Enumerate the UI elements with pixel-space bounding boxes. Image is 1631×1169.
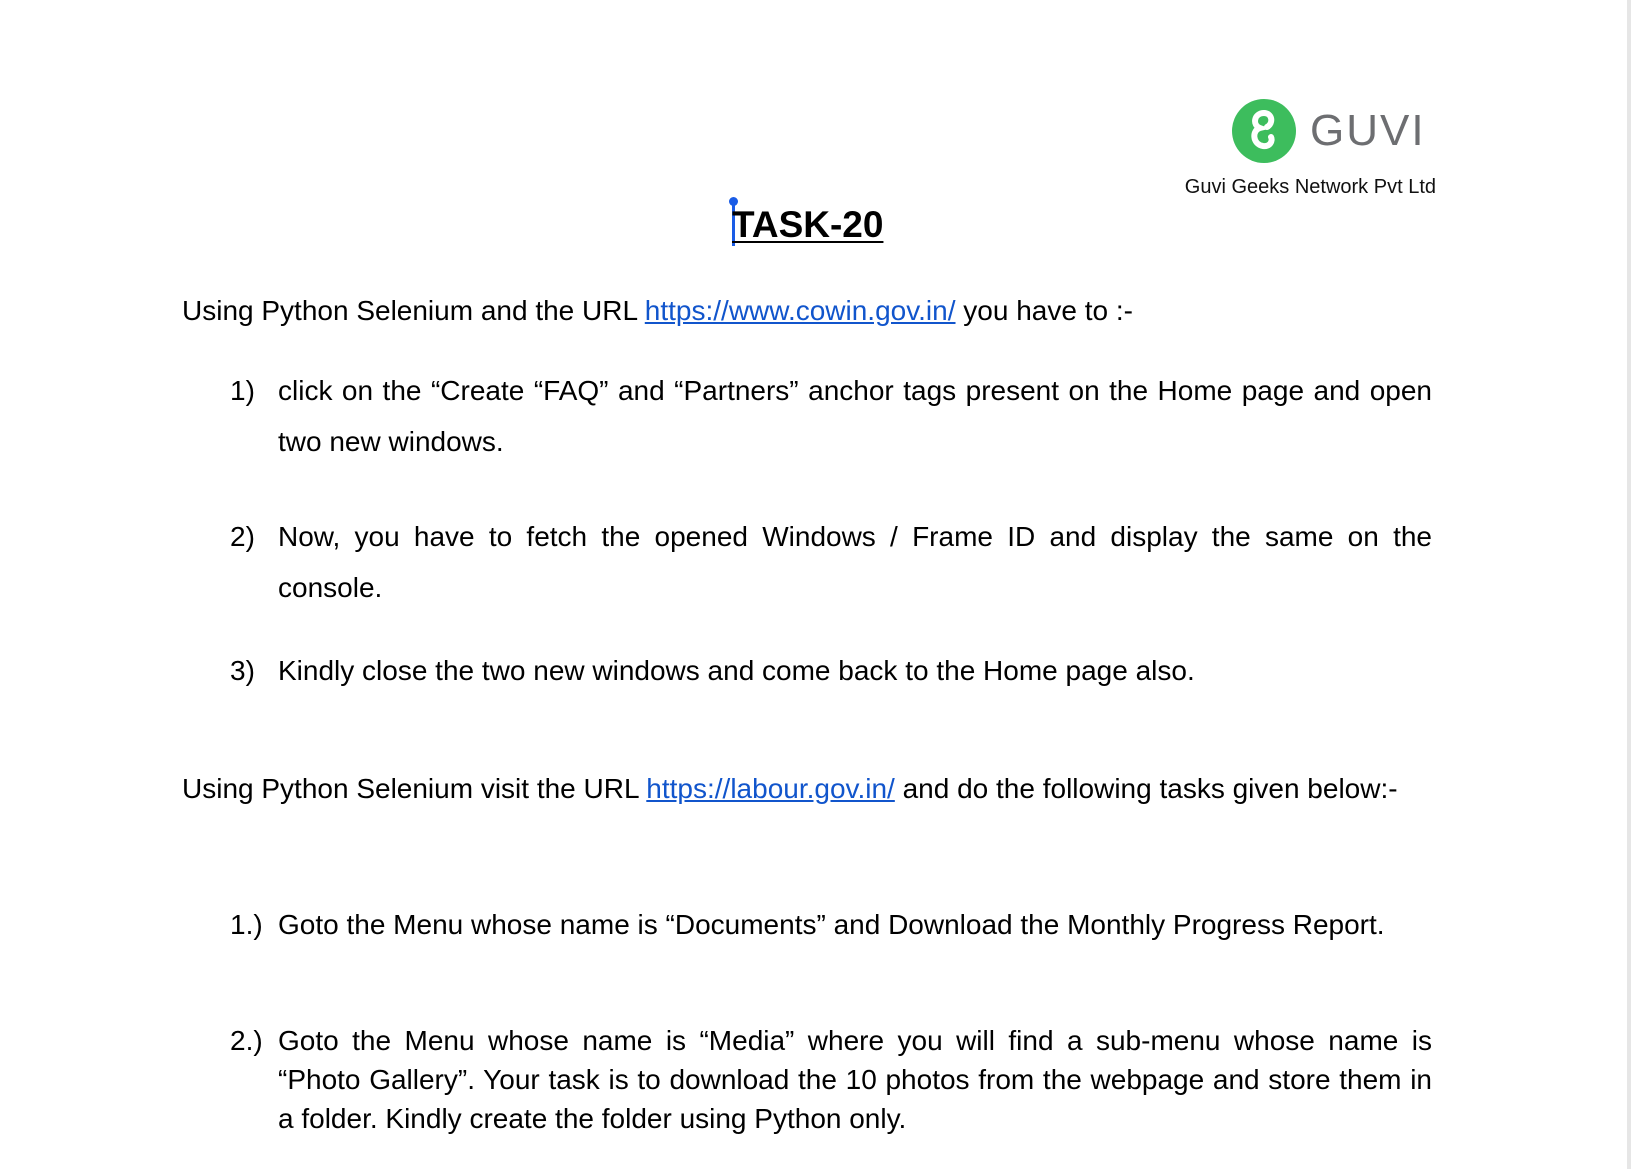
guvi-logo: GUVI — [1232, 98, 1432, 164]
logo-wordmark: GUVI — [1310, 106, 1426, 155]
labour-url-link[interactable]: https://labour.gov.in/ — [646, 773, 895, 804]
list-item-text: Kindly close the two new windows and com… — [278, 655, 1195, 686]
page-title: TASK-20 — [732, 204, 884, 245]
list-item: 3) Kindly close the two new windows and … — [230, 645, 1432, 696]
window-edge — [1627, 0, 1631, 1169]
list-item-number: 2.) — [230, 1025, 263, 1056]
list-item-text: Now, you have to fetch the opened Window… — [278, 521, 1432, 603]
list-item-text: Goto the Menu whose name is “Documents” … — [278, 909, 1385, 940]
list-item-text: click on the “Create “FAQ” and “Partners… — [278, 375, 1432, 457]
section1-intro-after: you have to :- — [955, 295, 1133, 326]
section1-intro: Using Python Selenium and the URL https:… — [182, 292, 1432, 330]
list-item-number: 1) — [230, 375, 255, 406]
company-name: Guvi Geeks Network Pvt Ltd — [1184, 176, 1436, 198]
section2-intro-before: Using Python Selenium visit the URL — [182, 773, 647, 804]
list-item-text: Goto the Menu whose name is “Media” wher… — [278, 1025, 1432, 1134]
list-item: 2.) Goto the Menu whose name is “Media” … — [230, 1021, 1432, 1138]
list-item-number: 3) — [230, 655, 255, 686]
section2-intro-after: and do the following tasks given below:- — [894, 773, 1398, 804]
list-item: 1) click on the “Create “FAQ” and “Partn… — [230, 365, 1432, 467]
document-page: GUVI Guvi Geeks Network Pvt Ltd TASK-20 … — [0, 0, 1631, 1169]
list-item-number: 2) — [230, 521, 255, 552]
list-item: 2) Now, you have to fetch the opened Win… — [230, 511, 1432, 613]
section2-intro: Using Python Selenium visit the URL http… — [182, 770, 1432, 808]
guvi-logo-icon — [1232, 99, 1296, 163]
list-item-number: 1.) — [230, 909, 263, 940]
section1-intro-before: Using Python Selenium and the URL — [182, 295, 645, 326]
cowin-url-link[interactable]: https://www.cowin.gov.in/ — [645, 295, 956, 326]
list-item: 1.) Goto the Menu whose name is “Documen… — [230, 905, 1432, 944]
